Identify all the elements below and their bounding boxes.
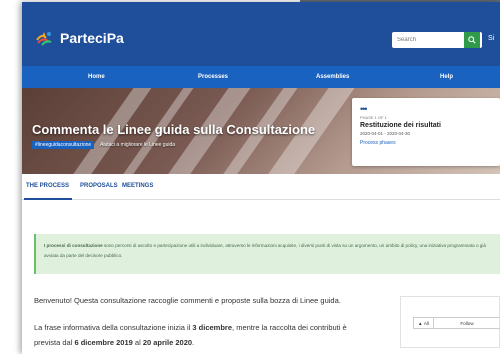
active-tab-indicator bbox=[24, 198, 72, 200]
search-icon bbox=[468, 36, 476, 44]
header-bar: ParteciPa Si bbox=[22, 2, 500, 66]
phase-dates: 2020-04-01 - 2020-04-30 bbox=[360, 131, 411, 136]
follow-all-label: All bbox=[423, 320, 429, 326]
app-name: ParteciPa bbox=[60, 30, 124, 46]
info-bold: I processi di consultazione bbox=[44, 243, 103, 248]
phase-title: Restituzione dei risultati bbox=[360, 122, 441, 129]
search-button[interactable] bbox=[464, 32, 480, 48]
search-box bbox=[392, 32, 482, 48]
phase-card: ••• PHASE 1 OF 1 Restituzione dei risult… bbox=[352, 98, 500, 166]
nav-home[interactable]: Home bbox=[88, 74, 105, 80]
page-title: Commenta le Linee guida sulla Consultazi… bbox=[32, 122, 316, 137]
collection-end: 20 aprile 2020 bbox=[142, 338, 193, 347]
dates-paragraph: La frase informativa della consultazione… bbox=[34, 320, 364, 350]
dates-text: . bbox=[192, 338, 195, 347]
nav-assemblies[interactable]: Assemblies bbox=[316, 74, 349, 80]
search-input[interactable] bbox=[392, 37, 464, 43]
tab-the-process[interactable]: THE PROCESS bbox=[26, 183, 69, 189]
nav-help[interactable]: Help bbox=[440, 74, 453, 80]
nav-processes[interactable]: Processes bbox=[198, 74, 228, 80]
hashtag-badge[interactable]: #lineeguidaconsultazione bbox=[32, 141, 95, 149]
hero-subtitle: Aiutaci a migliorare le Linee guida bbox=[100, 142, 176, 148]
follow-control: ▲ All Follow bbox=[413, 317, 500, 329]
follow-all-button[interactable]: ▲ All bbox=[414, 318, 434, 328]
sign-in-link[interactable]: Si bbox=[488, 35, 494, 42]
info-text: sono percorsi di ascolto e partecipazion… bbox=[44, 243, 486, 258]
info-callout: I processi di consultazione sono percors… bbox=[34, 234, 500, 274]
dates-text: La frase informativa della consultazione… bbox=[34, 323, 193, 332]
phase-dots-icon: ••• bbox=[360, 104, 367, 114]
intro-paragraph: Benvenuto! Questa consultazione raccogli… bbox=[34, 296, 341, 305]
tab-proposals[interactable]: PROPOSALS bbox=[80, 183, 118, 189]
process-phases-link[interactable]: Process phases bbox=[360, 140, 492, 146]
process-tabs: THE PROCESS PROPOSALS MEETINGS bbox=[22, 174, 500, 200]
left-margin bbox=[0, 0, 22, 354]
dates-text: al bbox=[132, 338, 143, 347]
start-date: 3 dicembre bbox=[192, 323, 233, 332]
logo[interactable]: ParteciPa bbox=[34, 28, 124, 48]
tab-meetings[interactable]: MEETINGS bbox=[122, 183, 153, 189]
phase-label: PHASE 1 OF 1 bbox=[360, 115, 387, 120]
main-nav: Home Processes Assemblies Help bbox=[22, 66, 500, 88]
collection-start: 6 dicembre 2019 bbox=[74, 338, 133, 347]
follow-button[interactable]: Follow bbox=[434, 321, 500, 326]
participa-logo-icon bbox=[36, 32, 52, 46]
follow-panel: ▲ All Follow bbox=[400, 296, 500, 348]
browser-page: ParteciPa Si Home Processes Assemblies H… bbox=[22, 2, 500, 354]
